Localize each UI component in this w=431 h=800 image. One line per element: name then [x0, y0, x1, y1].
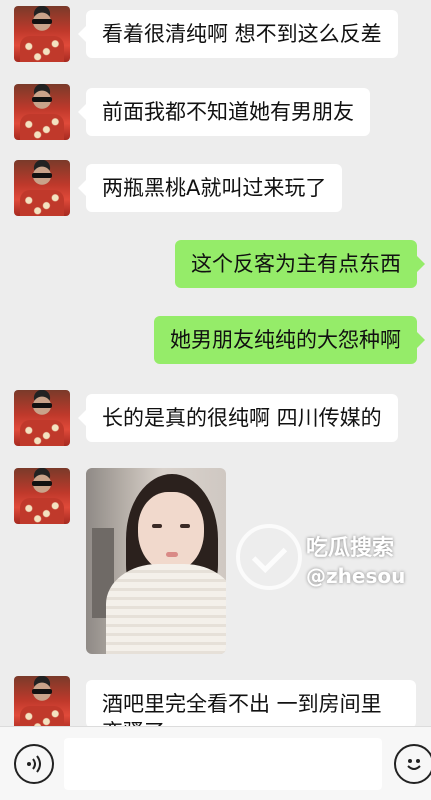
photo-eye [180, 524, 190, 528]
watermark-logo-icon [236, 524, 302, 590]
contact-avatar[interactable] [14, 160, 70, 216]
emoji-icon[interactable] [394, 744, 431, 784]
photo-face [138, 492, 204, 572]
contact-avatar[interactable] [14, 676, 70, 732]
contact-avatar[interactable] [14, 6, 70, 62]
photo-lips [166, 552, 178, 557]
message-input[interactable] [64, 738, 382, 790]
message-bubble[interactable]: 前面我都不知道她有男朋友 [78, 88, 370, 136]
message-bubble[interactable]: 酒吧里完全看不出 一到房间里变骚了 [86, 680, 416, 728]
contact-avatar[interactable] [14, 84, 70, 140]
voice-icon[interactable] [14, 744, 54, 784]
my-message-bubble[interactable]: 她男朋友纯纯的大怨种啊 [154, 316, 425, 364]
smiley-face-icon [407, 759, 421, 770]
photo-eye [152, 524, 162, 528]
my-message-bubble[interactable]: 这个反客为主有点东西 [175, 240, 425, 288]
message-bubble[interactable]: 看着很清纯啊 想不到这么反差 [78, 10, 398, 58]
contact-avatar[interactable] [14, 468, 70, 524]
input-bar [0, 726, 431, 800]
photo-sweater [106, 564, 226, 654]
watermark-handle: @zhesou [306, 564, 406, 588]
image-message[interactable] [86, 468, 226, 654]
voice-wave-icon [27, 755, 41, 773]
watermark: 吃瓜搜索 @zhesou [236, 518, 426, 598]
message-bubble[interactable]: 长的是真的很纯啊 四川传媒的 [78, 394, 398, 442]
watermark-name: 吃瓜搜索 [306, 536, 395, 561]
message-bubble[interactable]: 两瓶黑桃A就叫过来玩了 [77, 164, 343, 212]
contact-avatar[interactable] [14, 390, 70, 446]
